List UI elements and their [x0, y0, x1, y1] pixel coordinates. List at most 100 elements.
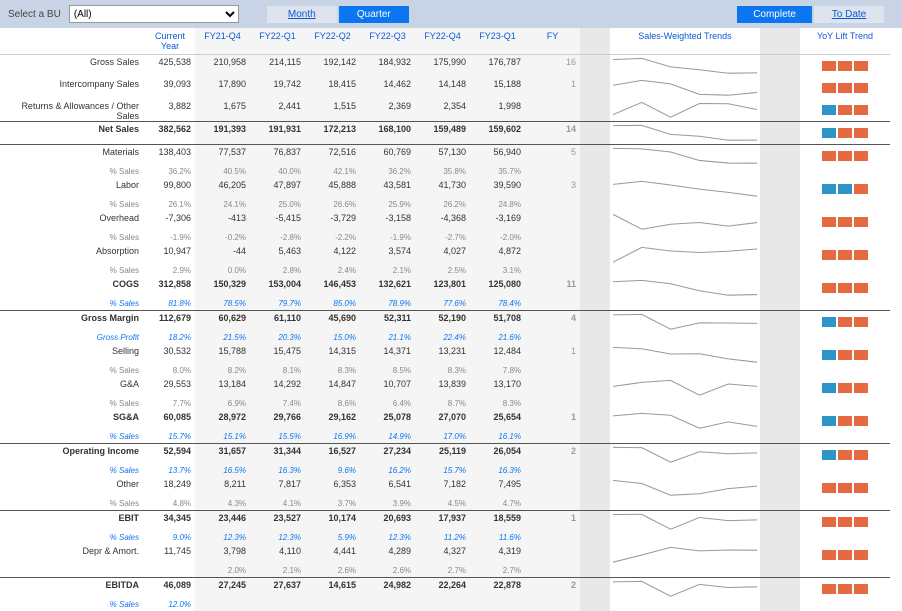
gap	[580, 600, 610, 611]
cell-current: 60,085	[145, 410, 195, 432]
cell-q: 1,515	[305, 99, 360, 121]
row-label: EBITDA	[0, 578, 145, 600]
cell-q: 13,231	[415, 344, 470, 366]
subcell-q: 7.4%	[250, 399, 305, 410]
spark-empty	[610, 432, 760, 443]
subcell-q: 15.0%	[305, 333, 360, 344]
subcell-q	[305, 600, 360, 611]
subcell-q: 85.0%	[305, 299, 360, 310]
cell-q: 45,690	[305, 311, 360, 333]
subcell-q: 77.6%	[415, 299, 470, 310]
subcell-q: 2.7%	[415, 566, 470, 577]
cell-q: -3,729	[305, 211, 360, 233]
gap	[760, 266, 800, 277]
cell-q: 168,100	[360, 122, 415, 144]
bu-select[interactable]: (All)	[69, 5, 239, 23]
subcell-q	[525, 566, 580, 577]
cell-q: 28,972	[195, 410, 250, 432]
yoy-empty	[800, 233, 890, 244]
cell-current: 29,553	[145, 377, 195, 399]
cell-q: 26,054	[470, 444, 525, 466]
cell-q: 4,872	[470, 244, 525, 266]
yoy-bars	[800, 544, 890, 566]
cell-q: 7,817	[250, 477, 305, 499]
cell-q: 27,637	[250, 578, 305, 600]
sparkline	[610, 377, 760, 399]
cell-q: 51,708	[470, 311, 525, 333]
subcell-current: 9.0%	[145, 533, 195, 544]
sparkline	[610, 122, 760, 144]
gap	[760, 244, 800, 266]
cell-q: 4,110	[250, 544, 305, 566]
pnl-grid: Current YearFY21-Q4FY22-Q1FY22-Q2FY22-Q3…	[0, 28, 902, 611]
subcell-q: 8.7%	[415, 399, 470, 410]
subcell-q: 3.7%	[305, 499, 360, 510]
cell-q: 15,475	[250, 344, 305, 366]
gap	[760, 178, 800, 200]
row-label: Depr & Amort.	[0, 544, 145, 566]
yoy-bars	[800, 55, 890, 77]
yoy-bars	[800, 244, 890, 266]
complete-button[interactable]: Complete	[737, 6, 812, 23]
yoy-empty	[800, 366, 890, 377]
sparkline	[610, 99, 760, 121]
gap	[580, 145, 610, 167]
subcell-q: 2.8%	[250, 266, 305, 277]
row-sublabel: % Sales	[0, 499, 145, 510]
yoy-bars	[800, 444, 890, 466]
gap	[760, 311, 800, 333]
subcell-q: 12.3%	[250, 533, 305, 544]
subcell-q: 36.2%	[360, 167, 415, 178]
spark-empty	[610, 566, 760, 577]
subcell-q	[525, 266, 580, 277]
subcell-current: 36.2%	[145, 167, 195, 178]
row-label: Gross Sales	[0, 55, 145, 77]
gap	[760, 533, 800, 544]
cell-q: 6,353	[305, 477, 360, 499]
subcell-current: 26.1%	[145, 200, 195, 211]
subcell-q	[470, 600, 525, 611]
cell-q: 29,162	[305, 410, 360, 432]
row-label: Returns & Allowances / Other Sales	[0, 99, 145, 121]
month-button[interactable]: Month	[267, 6, 337, 23]
gap	[580, 167, 610, 178]
subcell-q: 40.5%	[195, 167, 250, 178]
gap	[580, 266, 610, 277]
yoy-bars	[800, 410, 890, 432]
cell-q: 13,839	[415, 377, 470, 399]
gap	[760, 77, 800, 99]
yoy-bars	[800, 178, 890, 200]
spark-empty	[610, 399, 760, 410]
cell-q: -3,169	[470, 211, 525, 233]
cell-q: 2,441	[250, 99, 305, 121]
gap	[580, 499, 610, 510]
todate-button[interactable]: To Date	[814, 6, 884, 23]
cell-q: 14,315	[305, 344, 360, 366]
cell-q: 19,742	[250, 77, 305, 99]
subcell-q: 25.0%	[250, 200, 305, 211]
gap	[580, 55, 610, 77]
gap	[760, 477, 800, 499]
cell-q	[525, 544, 580, 566]
hdr-swt: Sales-Weighted Trends	[610, 28, 760, 55]
sparkline	[610, 444, 760, 466]
cell-q: 191,931	[250, 122, 305, 144]
subcell-q: 11.2%	[415, 533, 470, 544]
subcell-q: 2.1%	[360, 266, 415, 277]
cell-q: 4,327	[415, 544, 470, 566]
subcell-q: 6.9%	[195, 399, 250, 410]
cell-q: 6,541	[360, 477, 415, 499]
subcell-q: 15.5%	[250, 432, 305, 443]
yoy-bars	[800, 77, 890, 99]
subcell-q: 78.9%	[360, 299, 415, 310]
cell-current: 10,947	[145, 244, 195, 266]
row-label: G&A	[0, 377, 145, 399]
gap	[760, 344, 800, 366]
bu-label: Select a BU	[8, 9, 61, 20]
gap	[580, 511, 610, 533]
yoy-bars	[800, 344, 890, 366]
sparkline	[610, 544, 760, 566]
quarter-button[interactable]: Quarter	[339, 6, 409, 23]
subcell-q	[525, 233, 580, 244]
cell-q: 56,940	[470, 145, 525, 167]
